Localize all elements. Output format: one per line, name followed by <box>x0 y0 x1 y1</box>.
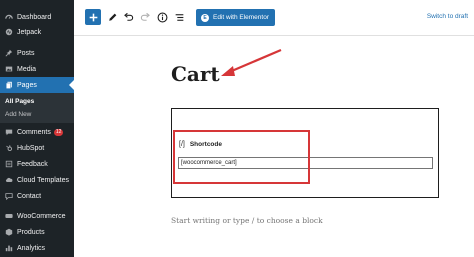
feedback-icon <box>4 160 13 169</box>
sidebar-item-label: Posts <box>17 49 35 57</box>
cloud-icon <box>4 176 13 185</box>
comments-count-badge: 12 <box>53 128 64 136</box>
redo-icon <box>140 12 151 23</box>
plus-icon <box>88 12 99 23</box>
hubspot-icon <box>4 144 13 153</box>
sidebar-item-pages[interactable]: Pages <box>0 77 74 93</box>
list-view-button[interactable] <box>171 9 187 25</box>
sidebar-item-label: Media <box>17 65 37 73</box>
sidebar-item-label: Contact <box>17 192 42 200</box>
sidebar-item-label: Feedback <box>17 160 48 168</box>
edit-with-elementor-button[interactable]: E Edit with Elementor <box>196 9 275 26</box>
pencil-icon <box>107 12 118 23</box>
jetpack-icon <box>4 28 13 37</box>
pages-icon <box>4 81 13 90</box>
highlight-box <box>173 130 310 184</box>
pin-icon <box>4 49 13 58</box>
sidebar-item-label: HubSpot <box>17 144 45 152</box>
editor-toolbar: E Edit with Elementor Switch to draft <box>74 0 474 36</box>
elementor-icon: E <box>201 13 209 22</box>
redo-button[interactable] <box>137 9 153 25</box>
products-icon <box>4 228 13 237</box>
sidebar-item-jetpack[interactable]: Jetpack <box>0 24 74 40</box>
sidebar-item-hubspot[interactable]: HubSpot <box>0 140 74 156</box>
current-menu-pointer <box>69 80 74 90</box>
page-title[interactable]: Cart <box>171 62 220 86</box>
sidebar-item-label: Cloud Templates <box>17 176 70 184</box>
block-appender-placeholder[interactable]: Start writing or type / to choose a bloc… <box>171 216 323 225</box>
dashboard-icon <box>4 13 13 22</box>
tools-button[interactable] <box>104 9 120 25</box>
analytics-icon <box>4 244 13 253</box>
elementor-button-label: Edit with Elementor <box>213 14 269 21</box>
list-view-icon <box>174 12 185 23</box>
sidebar-item-comments[interactable]: Comments 12 <box>0 124 74 140</box>
annotation-arrow <box>221 48 282 76</box>
sidebar-item-label: Pages <box>17 81 37 89</box>
sidebar-item-label: WooCommerce <box>17 212 66 220</box>
sidebar-item-label: Jetpack <box>17 28 42 36</box>
pages-submenu: All Pages Add New <box>0 93 74 123</box>
sidebar-item-posts[interactable]: Posts <box>0 45 74 61</box>
sidebar-item-dashboard[interactable]: Dashboard <box>0 9 74 25</box>
submenu-item-all-pages[interactable]: All Pages <box>5 98 34 105</box>
sidebar-item-label: Comments <box>17 128 51 136</box>
sidebar-item-feedback[interactable]: Feedback <box>0 156 74 172</box>
contact-icon <box>4 192 13 201</box>
info-icon <box>157 12 168 23</box>
woocommerce-icon <box>4 212 13 221</box>
sidebar-item-media[interactable]: Media <box>0 61 74 77</box>
add-block-button[interactable] <box>85 9 101 25</box>
submenu-item-add-new[interactable]: Add New <box>5 111 31 118</box>
undo-button[interactable] <box>120 9 136 25</box>
sidebar-item-label: Products <box>17 228 45 236</box>
details-button[interactable] <box>154 9 170 25</box>
sidebar-item-label: Dashboard <box>17 13 52 21</box>
sidebar-item-label: Analytics <box>17 244 46 252</box>
sidebar-item-contact[interactable]: Contact <box>0 188 74 204</box>
media-icon <box>4 65 13 74</box>
sidebar-item-cloud-templates[interactable]: Cloud Templates <box>0 172 74 188</box>
admin-sidebar: Dashboard Jetpack Posts Media Pages All … <box>0 0 74 257</box>
sidebar-item-woocommerce[interactable]: WooCommerce <box>0 208 74 224</box>
sidebar-item-analytics[interactable]: Analytics <box>0 240 74 256</box>
undo-icon <box>123 12 134 23</box>
comments-icon <box>4 128 13 137</box>
sidebar-item-products[interactable]: Products <box>0 224 74 240</box>
switch-to-draft-link[interactable]: Switch to draft <box>427 13 468 20</box>
